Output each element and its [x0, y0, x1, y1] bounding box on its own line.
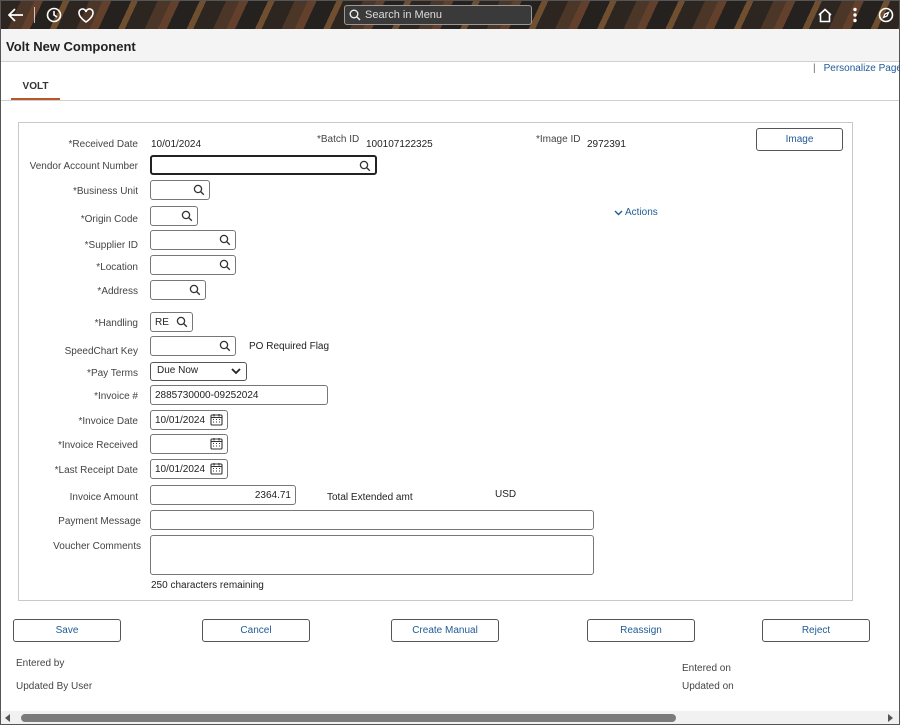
banner-divider — [34, 7, 35, 23]
updated-by-user-label: Updated By User — [16, 681, 93, 692]
last-receipt-date-label: *Last Receipt Date — [54, 465, 138, 476]
calendar-icon[interactable] — [210, 413, 223, 426]
speedchart-key-label: SpeedChart Key — [64, 346, 138, 357]
invoice-date-field[interactable] — [150, 410, 228, 430]
invoice-amount-input[interactable] — [155, 489, 291, 501]
actions-link[interactable]: Actions — [614, 207, 658, 218]
invoice-date-label: *Invoice Date — [78, 416, 138, 427]
scrollbar-thumb[interactable] — [21, 714, 676, 722]
calendar-icon[interactable] — [210, 462, 223, 475]
lookup-search-icon[interactable] — [219, 259, 231, 271]
received-date-label: *Received Date — [68, 139, 138, 150]
title-bar: Volt New Component — [1, 29, 899, 62]
po-required-flag-label: PO Required Flag — [249, 341, 330, 352]
lookup-search-icon[interactable] — [219, 340, 231, 352]
more-options-icon[interactable] — [845, 5, 865, 25]
vendor-account-number-label: Vendor Account Number — [29, 161, 138, 172]
actions-link-label: Actions — [625, 207, 658, 218]
image-id-value: 2972391 — [587, 139, 626, 150]
payment-message-input[interactable] — [155, 514, 589, 526]
location-label: *Location — [96, 262, 138, 273]
personalize-page-link[interactable]: Personalize Page — [824, 63, 900, 74]
reject-button[interactable]: Reject — [762, 619, 870, 642]
invoice-amount-label: Invoice Amount — [69, 492, 138, 503]
received-date-value: 10/01/2024 — [151, 139, 202, 150]
image-button[interactable]: Image — [756, 128, 843, 151]
speedchart-key-field[interactable] — [150, 336, 236, 356]
separator: | — [813, 63, 816, 74]
menu-search-box[interactable] — [344, 5, 532, 25]
origin-code-field[interactable] — [150, 206, 198, 226]
lookup-search-icon[interactable] — [219, 234, 231, 246]
invoice-number-label: *Invoice # — [94, 391, 138, 402]
handling-label: *Handling — [94, 318, 138, 329]
save-button[interactable]: Save — [13, 619, 121, 642]
address-label: *Address — [97, 286, 138, 297]
horizontal-scrollbar[interactable] — [1, 711, 899, 724]
lookup-search-icon[interactable] — [176, 316, 188, 328]
lookup-search-icon[interactable] — [189, 284, 201, 296]
business-unit-field[interactable] — [150, 180, 210, 200]
vendor-account-number-field[interactable] — [150, 155, 377, 175]
batch-id-label: *Batch ID — [317, 134, 360, 145]
lookup-search-icon[interactable] — [193, 184, 205, 196]
invoice-received-field[interactable] — [150, 434, 228, 454]
address-field[interactable] — [150, 280, 206, 300]
pay-terms-selected-value: Due Now — [157, 365, 199, 376]
personalize-page-link-wrap: | Personalize Page — [813, 63, 900, 74]
scroll-right-arrow-icon[interactable] — [888, 714, 893, 722]
image-id-label: *Image ID — [536, 134, 581, 145]
business-unit-label: *Business Unit — [72, 186, 138, 197]
updated-on-label: Updated on — [682, 681, 734, 692]
batch-id-value: 100107122325 — [366, 139, 433, 150]
vendor-account-number-input[interactable] — [156, 159, 371, 171]
create-manual-button[interactable]: Create Manual — [391, 619, 499, 642]
page-title: Volt New Component — [6, 39, 136, 54]
back-arrow-icon[interactable] — [6, 5, 26, 25]
navigator-compass-icon[interactable] — [876, 5, 896, 25]
favorites-heart-icon[interactable] — [76, 5, 96, 25]
voucher-comments-label: Voucher Comments — [53, 541, 141, 552]
history-clock-icon[interactable] — [44, 5, 64, 25]
payment-message-field[interactable] — [150, 510, 594, 530]
lookup-search-icon[interactable] — [359, 160, 371, 172]
tab-volt[interactable]: VOLT — [11, 78, 60, 100]
menu-search-input[interactable] — [365, 9, 515, 21]
invoice-number-field[interactable] — [150, 385, 328, 405]
reassign-button[interactable]: Reassign — [587, 619, 695, 642]
entered-on-label: Entered on — [682, 663, 731, 674]
pay-terms-label: *Pay Terms — [87, 368, 138, 379]
tab-underline — [1, 100, 899, 101]
characters-remaining-text: 250 characters remaining — [151, 580, 264, 591]
location-field[interactable] — [150, 255, 236, 275]
cancel-button[interactable]: Cancel — [202, 619, 310, 642]
origin-code-label: *Origin Code — [80, 214, 138, 225]
chevron-down-icon — [231, 368, 241, 375]
invoice-received-label: *Invoice Received — [57, 440, 138, 451]
currency-value: USD — [495, 489, 517, 500]
supplier-id-field[interactable] — [150, 230, 236, 250]
scroll-left-arrow-icon[interactable] — [5, 714, 10, 722]
supplier-id-label: *Supplier ID — [84, 240, 138, 251]
calendar-icon[interactable] — [210, 437, 223, 450]
top-banner — [1, 1, 899, 29]
last-receipt-date-input[interactable] — [155, 463, 211, 475]
handling-field[interactable] — [150, 312, 193, 332]
chevron-down-icon — [614, 210, 623, 215]
invoice-date-input[interactable] — [155, 414, 211, 426]
voucher-comments-textarea[interactable] — [150, 535, 594, 575]
pay-terms-select[interactable]: Due Now — [150, 362, 247, 381]
invoice-amount-field[interactable] — [150, 485, 296, 505]
last-receipt-date-field[interactable] — [150, 459, 228, 479]
invoice-number-input[interactable] — [155, 389, 323, 401]
invoice-received-input[interactable] — [155, 438, 211, 450]
search-icon — [349, 9, 361, 21]
entered-by-label: Entered by — [16, 658, 65, 669]
total-extended-amt-label: Total Extended amt — [327, 492, 413, 503]
home-icon[interactable] — [815, 5, 835, 25]
payment-message-label: Payment Message — [58, 516, 141, 527]
lookup-search-icon[interactable] — [181, 210, 193, 222]
